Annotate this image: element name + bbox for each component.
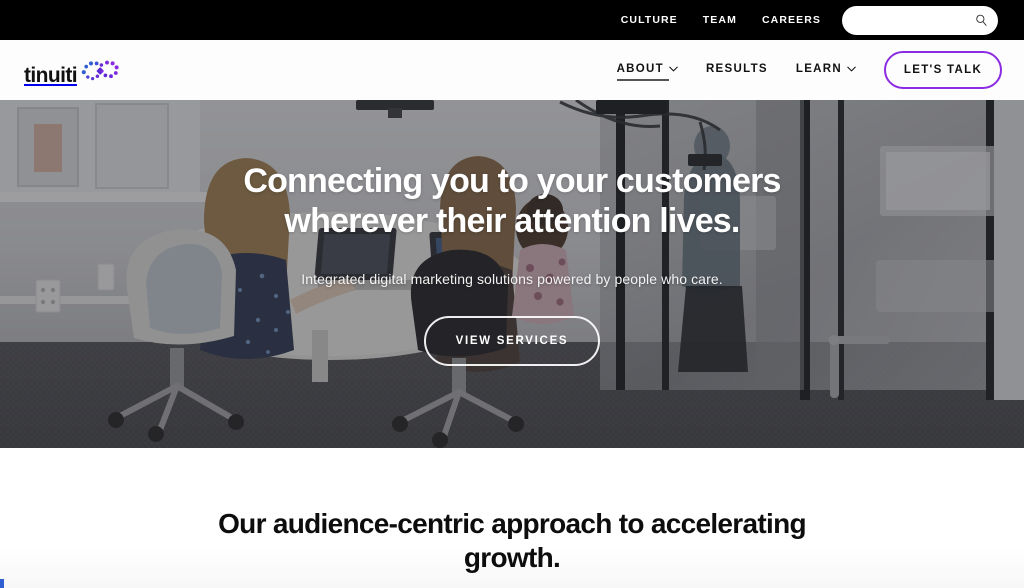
search-input[interactable] bbox=[842, 5, 998, 35]
nav-item-learn[interactable]: LEARN bbox=[796, 63, 856, 78]
logo-tinuiti[interactable]: tinuiti bbox=[24, 50, 123, 90]
primary-nav: ABOUT RESULTS LEARN LET'S TALK bbox=[616, 51, 1002, 89]
logo-infinity-icon bbox=[75, 56, 123, 90]
top-utility-bar: CULTURE TEAM CAREERS bbox=[0, 0, 1024, 40]
topbar-link-careers[interactable]: CAREERS bbox=[762, 14, 821, 26]
top-utility-links: CULTURE TEAM CAREERS bbox=[621, 14, 821, 26]
search-box[interactable] bbox=[842, 5, 998, 35]
hero-title: Connecting you to your customers whereve… bbox=[243, 162, 781, 242]
chevron-down-icon bbox=[847, 66, 856, 71]
lets-talk-button[interactable]: LET'S TALK bbox=[884, 51, 1002, 89]
hero-subtitle: Integrated digital marketing solutions p… bbox=[301, 270, 723, 287]
chevron-down-icon bbox=[669, 66, 678, 71]
logo-wordmark: tinuiti bbox=[24, 64, 78, 87]
topbar-link-culture[interactable]: CULTURE bbox=[621, 14, 678, 26]
hero-content: Connecting you to your customers whereve… bbox=[0, 100, 1024, 448]
nav-item-about-label: ABOUT bbox=[616, 62, 664, 75]
page-corner-accent bbox=[0, 579, 4, 588]
nav-item-results-label: RESULTS bbox=[705, 62, 768, 75]
approach-section-heading: Our audience-centric approach to acceler… bbox=[218, 508, 806, 573]
hero-title-line2: wherever their attention lives. bbox=[284, 201, 740, 240]
nav-item-learn-label: LEARN bbox=[795, 62, 842, 75]
topbar-link-team[interactable]: TEAM bbox=[703, 14, 737, 26]
nav-item-about[interactable]: ABOUT bbox=[616, 62, 678, 81]
nav-item-results[interactable]: RESULTS bbox=[706, 63, 768, 78]
approach-section: Our audience-centric approach to acceler… bbox=[0, 448, 1024, 588]
view-services-button[interactable]: VIEW SERVICES bbox=[424, 315, 600, 366]
hero-title-line1: Connecting you to your customers bbox=[243, 162, 781, 200]
main-header: tinuiti ABOUT RESULTS LEARN LET'S TALK bbox=[0, 40, 1024, 100]
page-root: CULTURE TEAM CAREERS tinuiti ABOUT RESUL… bbox=[0, 0, 1024, 588]
hero-section: Connecting you to your customers whereve… bbox=[0, 100, 1024, 448]
